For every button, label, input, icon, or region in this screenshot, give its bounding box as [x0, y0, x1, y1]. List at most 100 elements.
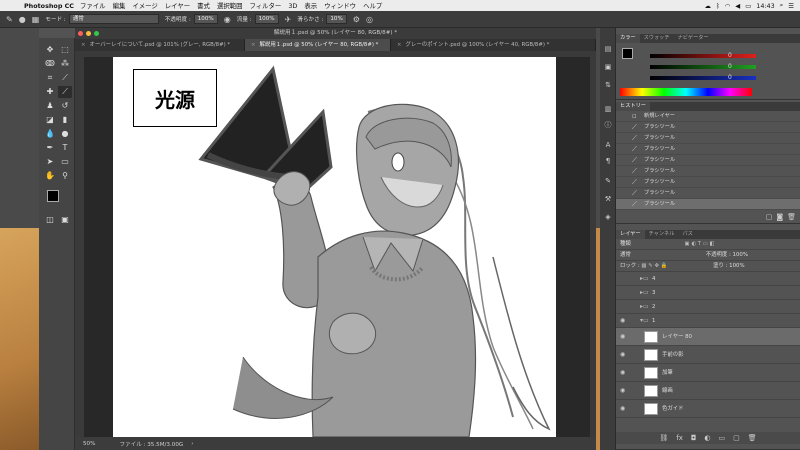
close-tab-icon[interactable]: ×	[397, 42, 402, 48]
history-item[interactable]: ⟋ ブラシツール	[616, 144, 800, 155]
delete-layer-icon[interactable]: 🗑	[748, 434, 757, 442]
clock-text[interactable]: 14:43	[756, 2, 774, 10]
close-tab-icon[interactable]: ×	[81, 42, 86, 48]
blur-tool-icon[interactable]: 💧	[43, 128, 57, 140]
brush-size-icon[interactable]: ●	[19, 15, 26, 24]
trash-icon[interactable]: 🗑	[787, 213, 796, 221]
tab-history[interactable]: ヒストリー	[616, 102, 650, 111]
visibility-eye-icon[interactable]: ◉	[620, 346, 625, 364]
marquee-tool-icon[interactable]: ⬚	[58, 44, 72, 56]
pen-tool-icon[interactable]: ✒	[43, 142, 57, 154]
move-tool-icon[interactable]: ✥	[43, 44, 57, 56]
brush-tool-icon[interactable]: ⟋	[58, 86, 72, 98]
folder-icon[interactable]: ▸▭	[640, 272, 649, 286]
brush-panel-icon-strip[interactable]: ✎	[603, 176, 613, 186]
vertical-scrollbar[interactable]	[590, 57, 596, 437]
menu-type[interactable]: 書式	[197, 1, 210, 10]
visibility-eye-icon[interactable]: ◉	[620, 328, 625, 346]
green-slider[interactable]	[650, 65, 756, 69]
menu-file[interactable]: ファイル	[80, 1, 106, 10]
red-slider[interactable]	[650, 54, 756, 58]
battery-icon[interactable]: ▭	[745, 2, 751, 10]
lasso-tool-icon[interactable]: ↂ	[43, 58, 57, 70]
pressure-opacity-icon[interactable]: ◉	[224, 15, 231, 24]
blue-value[interactable]: 0	[728, 74, 732, 81]
type-tool-icon[interactable]: T	[58, 142, 72, 154]
dodge-tool-icon[interactable]: ●	[58, 128, 72, 140]
layer-lineart[interactable]: ◉ 線画	[616, 382, 800, 400]
layer-group-4[interactable]: ▸▭ 4	[616, 272, 800, 286]
quick-mask-icon[interactable]: ◫	[43, 214, 57, 226]
history-item[interactable]: ⟋ ブラシツール	[616, 133, 800, 144]
brush-tool-preset-icon[interactable]: ✎	[6, 15, 13, 24]
menu-edit[interactable]: 編集	[113, 1, 126, 10]
tab-paths[interactable]: パス	[678, 230, 696, 239]
notification-icon[interactable]: ☰	[788, 2, 794, 10]
adjust-icon[interactable]: ⇅	[603, 80, 613, 90]
quick-select-icon[interactable]: ⁂	[58, 58, 72, 70]
spotlight-icon[interactable]: ⌕	[780, 1, 784, 10]
volume-icon[interactable]: ◀	[735, 2, 740, 10]
close-window-icon[interactable]	[78, 31, 83, 36]
menu-select[interactable]: 選択範囲	[217, 1, 243, 10]
menu-help[interactable]: ヘルプ	[363, 1, 382, 10]
layer-group-1[interactable]: ◉ ▾▭ 1	[616, 314, 800, 328]
filter-kind-select[interactable]: 種類	[620, 241, 631, 247]
zoom-level[interactable]: 50%	[83, 441, 95, 447]
history-item[interactable]: ⟋ ブラシツール	[616, 166, 800, 177]
rectangle-tool-icon[interactable]: ▭	[58, 156, 72, 168]
gradient-tool-icon[interactable]: ▮	[58, 114, 72, 126]
visibility-eye-icon[interactable]: ◉	[620, 382, 625, 400]
creative-cloud-icon[interactable]: ☁	[704, 2, 710, 10]
fill-field[interactable]: 100%	[729, 263, 744, 269]
menu-3d[interactable]: 3D	[288, 2, 297, 10]
properties-icon[interactable]: ▣	[603, 62, 613, 72]
layer-color-guide[interactable]: ◉ 色ガイド	[616, 400, 800, 418]
new-group-icon[interactable]: ▭	[719, 434, 726, 442]
flow-field[interactable]: 100%	[254, 14, 279, 24]
history-item[interactable]: ⟋ ブラシツール	[616, 122, 800, 133]
file-info[interactable]: ファイル : 35.5M/3.00G	[119, 440, 183, 448]
layer-group-2[interactable]: ▸▭ 2	[616, 300, 800, 314]
history-item-current[interactable]: ⟋ ブラシツール	[616, 199, 800, 210]
layer-80[interactable]: ◉ レイヤー 80	[616, 328, 800, 346]
layer-kahitsu[interactable]: ◉ 加筆	[616, 364, 800, 382]
adjustment-layer-icon[interactable]: ◐	[704, 434, 710, 442]
menu-view[interactable]: 表示	[304, 1, 317, 10]
airbrush-icon[interactable]: ✈	[285, 15, 292, 24]
history-item[interactable]: ▫ 新規レイヤー	[616, 111, 800, 122]
crop-tool-icon[interactable]: ⌗	[43, 72, 57, 84]
history-panel-icon[interactable]: ▤	[603, 44, 613, 54]
new-document-icon[interactable]: ▢	[766, 213, 773, 221]
tab-layers[interactable]: レイヤー	[616, 230, 645, 239]
close-tab-icon[interactable]: ×	[251, 42, 256, 48]
layer-opacity-field[interactable]: 100%	[733, 252, 748, 258]
layer-mask-icon[interactable]: ◘	[691, 434, 697, 442]
tab-swatches[interactable]: スウォッチ	[640, 34, 674, 43]
bluetooth-icon[interactable]: ᛒ	[716, 2, 720, 10]
new-layer-icon[interactable]: ▢	[733, 434, 740, 442]
menu-image[interactable]: イメージ	[132, 1, 157, 10]
opacity-field[interactable]: 100%	[193, 14, 218, 24]
document-canvas[interactable]: 光源	[113, 57, 556, 437]
screen-mode-icon[interactable]: ▣	[58, 214, 72, 226]
eyedropper-icon[interactable]: ⟋	[58, 72, 72, 84]
menu-layer[interactable]: レイヤー	[165, 1, 190, 10]
app-menu[interactable]: Photoshop CC	[24, 2, 74, 10]
history-item[interactable]: ⟋ ブラシツール	[616, 177, 800, 188]
ruler-vertical[interactable]	[75, 57, 84, 437]
menu-filter[interactable]: フィルター	[250, 1, 282, 10]
tab-channels[interactable]: チャンネル	[645, 230, 679, 239]
visibility-eye-icon[interactable]: ◉	[620, 314, 625, 328]
history-brush-icon[interactable]: ↺	[58, 100, 72, 112]
visibility-eye-icon[interactable]: ◉	[620, 400, 625, 418]
healing-brush-icon[interactable]: ✚	[43, 86, 57, 98]
link-layers-icon[interactable]: ⛓	[659, 434, 668, 442]
folder-icon[interactable]: ▸▭	[640, 300, 649, 314]
clone-stamp-icon[interactable]: ♟	[43, 100, 57, 112]
layer-front-shadow[interactable]: ◉ 手前の影	[616, 346, 800, 364]
fg-color-preview[interactable]	[622, 48, 633, 59]
visibility-eye-icon[interactable]: ◉	[620, 364, 625, 382]
tool-presets-icon[interactable]: ⚒	[603, 194, 613, 204]
history-item[interactable]: ⟋ ブラシツール	[616, 188, 800, 199]
